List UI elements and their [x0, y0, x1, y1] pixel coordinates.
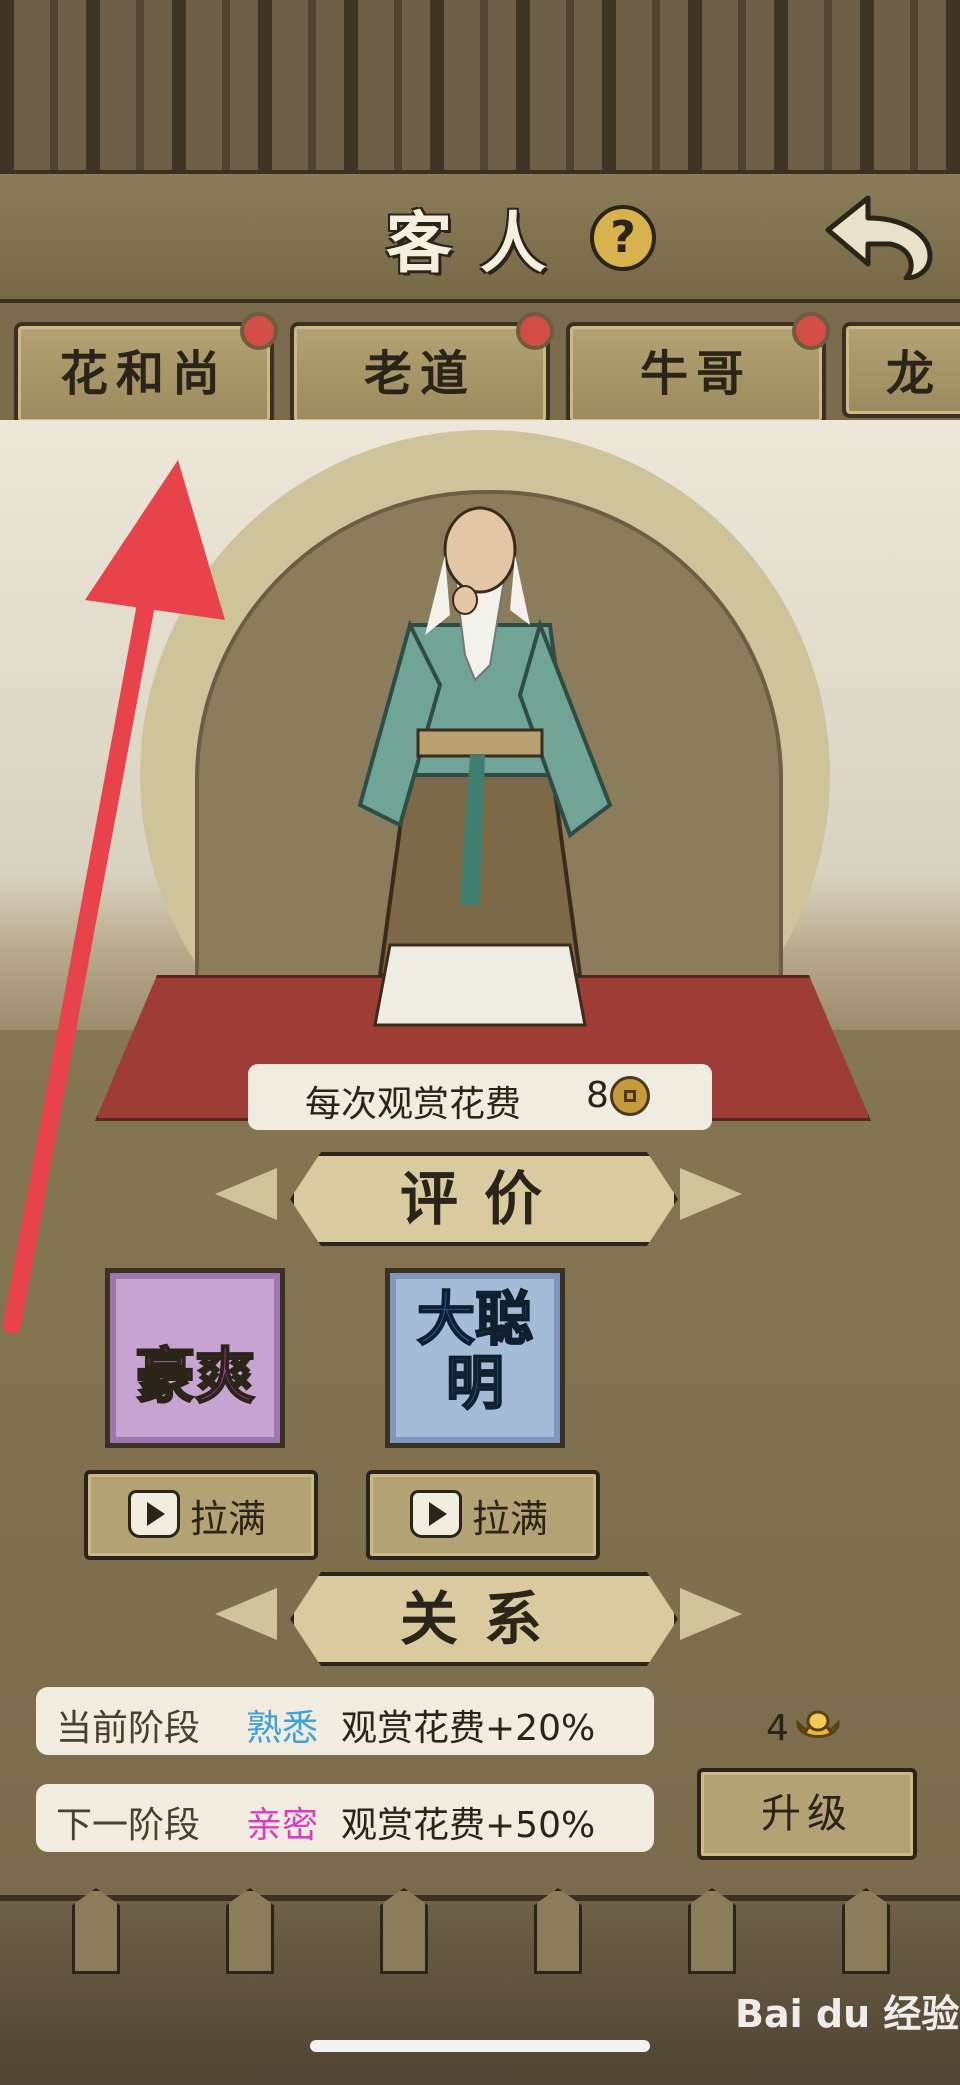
back-arrow-icon[interactable] — [820, 190, 940, 280]
upgrade-button[interactable]: 升级 — [697, 1768, 917, 1860]
next-stage-title: 下一阶段 — [56, 1805, 201, 1846]
next-stage-row: 下一阶段 亲密 观赏花费+50% — [36, 1784, 654, 1852]
home-indicator[interactable] — [310, 2040, 650, 2052]
gold-ingot-icon — [796, 1710, 840, 1738]
video-ad-icon — [410, 1490, 462, 1538]
cost-value: 8 — [586, 1075, 609, 1116]
evaluation-banner: 评价 — [290, 1152, 678, 1246]
current-stage-row: 当前阶段 熟悉 观赏花费+20% — [36, 1687, 654, 1755]
evaluation-next-arrow-icon[interactable] — [680, 1168, 742, 1220]
next-stage-value: 亲密 — [246, 1805, 319, 1846]
relationship-next-arrow-icon[interactable] — [680, 1588, 742, 1640]
tab-guest-2[interactable]: 老道 — [290, 312, 554, 426]
trait-label: 豪爽 — [134, 1341, 256, 1413]
tab-label: 花和尚 — [59, 346, 228, 402]
coin-icon — [610, 1076, 650, 1116]
fill-trait-1-button[interactable]: 拉满 — [84, 1470, 318, 1560]
guest-tabs: 花和尚 老道 牛哥 龙 — [0, 300, 960, 430]
railing-post — [534, 1888, 582, 1974]
fill-button-label: 拉满 — [472, 1497, 549, 1541]
tab-guest-4[interactable]: 龙 — [842, 322, 960, 418]
tab-label: 牛哥 — [639, 346, 752, 402]
tab-guest-1[interactable]: 花和尚 — [14, 312, 278, 426]
watermark: Bai du 经验 — [735, 1992, 960, 2036]
fill-trait-2-button[interactable]: 拉满 — [366, 1470, 600, 1560]
current-stage-effect: 观赏花费+20% — [341, 1708, 596, 1749]
tab-label: 老道 — [363, 346, 476, 402]
fill-button-label: 拉满 — [190, 1497, 267, 1541]
guest-character — [357, 506, 613, 1027]
question-icon[interactable]: ? — [590, 205, 656, 271]
relationship-banner: 关系 — [290, 1572, 678, 1666]
next-stage-effect: 观赏花费+50% — [341, 1805, 596, 1846]
railing-post — [842, 1888, 890, 1974]
page-title: 客人 — [386, 204, 574, 282]
notification-dot — [240, 312, 278, 350]
top-lattice — [0, 0, 960, 176]
notification-dot — [516, 312, 554, 350]
railing-post — [688, 1888, 736, 1974]
trait-label: 大聪明 — [416, 1285, 534, 1417]
trait-card-2: 大聪明 — [385, 1268, 565, 1448]
railing-post — [380, 1888, 428, 1974]
railing-post — [72, 1888, 120, 1974]
relationship-prev-arrow-icon[interactable] — [215, 1588, 277, 1640]
tab-guest-3[interactable]: 牛哥 — [566, 312, 830, 426]
current-stage-title: 当前阶段 — [56, 1708, 201, 1749]
annotation-arrow — [3, 460, 225, 1334]
current-stage-value: 熟悉 — [246, 1708, 319, 1749]
video-ad-icon — [128, 1490, 180, 1538]
upgrade-cost: 4 — [766, 1708, 789, 1749]
notification-dot — [792, 312, 830, 350]
cost-label: 每次观赏花费 — [305, 1084, 522, 1125]
tab-label: 龙 — [886, 346, 943, 402]
railing-post — [226, 1888, 274, 1974]
